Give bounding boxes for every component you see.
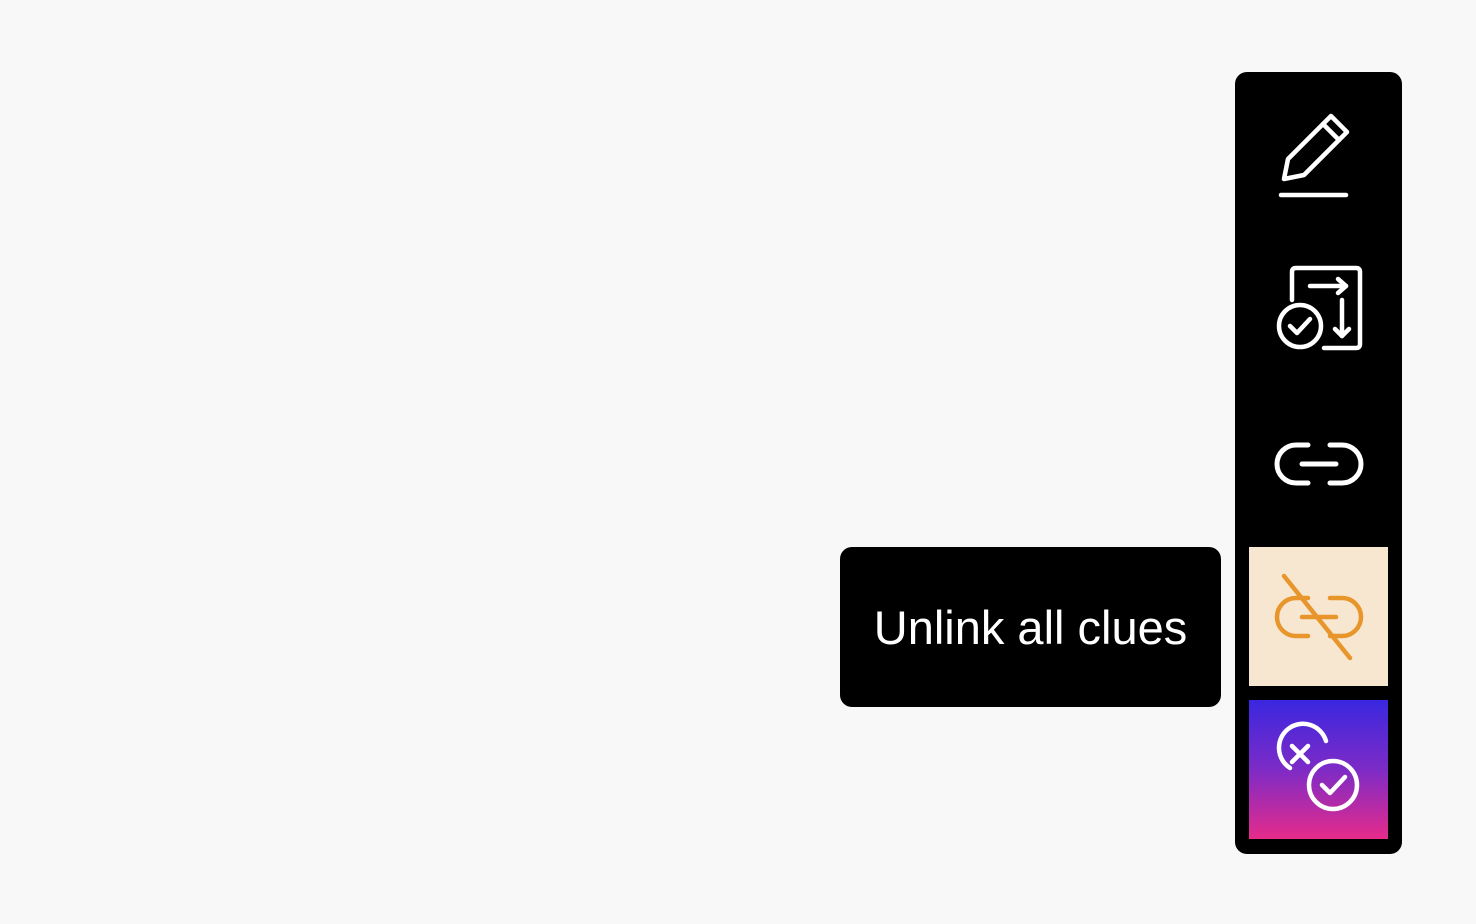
clue-toolbar	[1235, 72, 1402, 854]
resolve-clues-button[interactable]	[1249, 700, 1388, 839]
tooltip-text: Unlink all clues	[873, 600, 1188, 654]
pencil-edit-icon	[1278, 111, 1359, 201]
tooltip: Unlink all clues	[840, 547, 1221, 707]
cross-check-circles-icon	[1276, 721, 1362, 812]
edit-button[interactable]	[1249, 86, 1388, 225]
reorder-clues-button[interactable]	[1249, 240, 1388, 379]
unlink-icon	[1274, 573, 1363, 660]
link-icon	[1274, 442, 1363, 485]
link-clues-button[interactable]	[1249, 394, 1388, 533]
unlink-all-clues-button[interactable]	[1249, 547, 1388, 686]
document-reorder-check-icon	[1276, 265, 1362, 354]
